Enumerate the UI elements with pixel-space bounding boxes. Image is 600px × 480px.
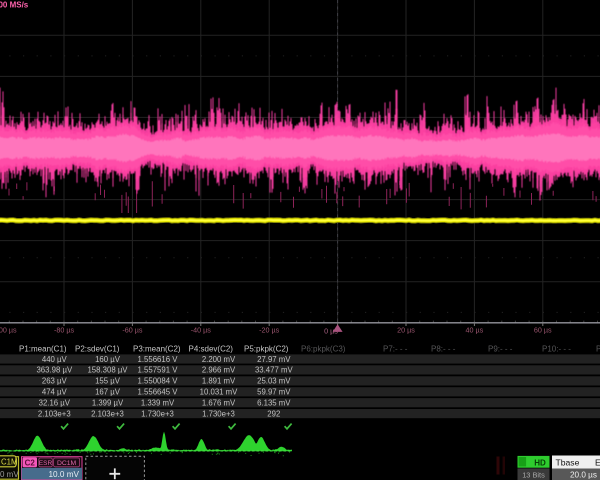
svg-text:27.97 mV: 27.97 mV <box>257 355 291 364</box>
svg-text:13 Bits: 13 Bits <box>522 471 545 480</box>
svg-text:-60 µs: -60 µs <box>122 326 143 335</box>
svg-text:1.556645 V: 1.556645 V <box>138 388 179 397</box>
svg-text:363.98 µV: 363.98 µV <box>36 366 73 375</box>
svg-text:E: E <box>595 458 600 468</box>
svg-text:P5:pkpk(C2): P5:pkpk(C2) <box>244 345 289 354</box>
svg-text:292: 292 <box>267 409 280 418</box>
svg-text:160 µV: 160 µV <box>95 355 121 364</box>
svg-text:ESR: ESR <box>39 460 53 467</box>
svg-text:1.730e+3: 1.730e+3 <box>202 409 235 418</box>
svg-text:60 µs: 60 µs <box>534 326 552 335</box>
svg-text:P3:mean(C2): P3:mean(C2) <box>133 345 181 354</box>
svg-text:HD: HD <box>534 458 546 467</box>
svg-text:10.031 mV: 10.031 mV <box>200 388 239 397</box>
svg-text:1.730e+3: 1.730e+3 <box>141 409 174 418</box>
svg-text:10.0 mV: 10.0 mV <box>49 470 80 479</box>
svg-text:P7:- - -: P7:- - - <box>383 345 408 354</box>
svg-text:C1M: C1M <box>1 458 17 467</box>
svg-text:474 µV: 474 µV <box>42 388 68 397</box>
svg-text:158.308 µV: 158.308 µV <box>87 366 128 375</box>
svg-text:P4:sdev(C2): P4:sdev(C2) <box>189 345 234 354</box>
svg-text:2.966 mV: 2.966 mV <box>202 366 236 375</box>
svg-text:-40 µs: -40 µs <box>191 326 212 335</box>
svg-text:25.03 mV: 25.03 mV <box>257 377 291 386</box>
svg-text:167 µV: 167 µV <box>95 388 121 397</box>
svg-text:2.103e+3: 2.103e+3 <box>38 409 71 418</box>
svg-text:DC1M: DC1M <box>57 460 77 467</box>
svg-text:-80 µs: -80 µs <box>54 326 75 335</box>
svg-text:20.0 µs: 20.0 µs <box>570 471 597 480</box>
svg-text:40 µs: 40 µs <box>466 326 484 335</box>
svg-text:P2:sdev(C1): P2:sdev(C1) <box>75 345 120 354</box>
svg-text:P6:pkpk(C3): P6:pkpk(C3) <box>301 345 346 354</box>
svg-text:0 mV: 0 mV <box>0 470 19 479</box>
svg-text:1.557591 V: 1.557591 V <box>138 366 179 375</box>
svg-text:155 µV: 155 µV <box>95 377 121 386</box>
svg-text:1.676 mV: 1.676 mV <box>202 399 236 408</box>
svg-text:2.103e+3: 2.103e+3 <box>91 409 124 418</box>
svg-text:P1:mean(C1): P1:mean(C1) <box>19 345 67 354</box>
svg-text:32.16 µV: 32.16 µV <box>39 399 71 408</box>
svg-text:440 µV: 440 µV <box>42 355 68 364</box>
svg-text:C2: C2 <box>25 458 36 467</box>
svg-text:2.200 mV: 2.200 mV <box>202 355 236 364</box>
svg-text:59.97 mV: 59.97 mV <box>257 388 291 397</box>
svg-text:263 µV: 263 µV <box>42 377 68 386</box>
svg-text:20 µs: 20 µs <box>397 326 415 335</box>
svg-text:-20 µs: -20 µs <box>259 326 280 335</box>
svg-text:P8:- - -: P8:- - - <box>431 345 456 354</box>
svg-text:P9:- - -: P9:- - - <box>488 345 513 354</box>
svg-text:1.556616 V: 1.556616 V <box>138 355 179 364</box>
svg-text:1.339 mV: 1.339 mV <box>141 399 175 408</box>
svg-text:Tbase: Tbase <box>556 458 580 468</box>
svg-text:33.477 mV: 33.477 mV <box>255 366 294 375</box>
svg-text:1.550084 V: 1.550084 V <box>138 377 179 386</box>
svg-text:500 MS/s: 500 MS/s <box>0 1 29 10</box>
svg-text:-100 µs: -100 µs <box>0 326 17 335</box>
svg-text:P10:- - -: P10:- - - <box>542 345 571 354</box>
svg-text:1.399 µV: 1.399 µV <box>92 399 124 408</box>
svg-text:6.135 mV: 6.135 mV <box>257 399 291 408</box>
svg-text:P11:- - -: P11:- - - <box>596 345 600 354</box>
svg-text:1.891 mV: 1.891 mV <box>202 377 236 386</box>
